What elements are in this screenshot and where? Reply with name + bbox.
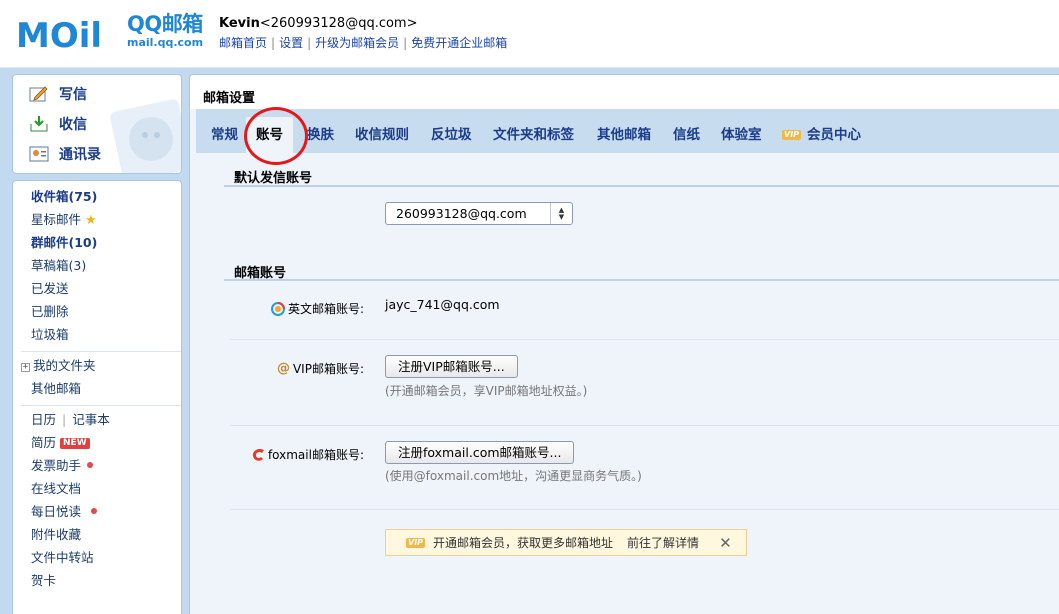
settings-tabs: 常规 账号 换肤 收信规则 反垃圾 文件夹和标签 其他邮箱 信纸 体验室 VIP… [196, 109, 1059, 153]
section-divider [224, 185, 1059, 187]
sidebar-item-group[interactable]: 群邮件(10) [31, 234, 97, 252]
row-divider [230, 509, 1059, 510]
folder-sidebar: 收件箱(75) 星标邮件 ★ 群邮件(10) 草稿箱(3) 已发送 已删除 垃圾… [12, 180, 182, 614]
compose-label: 写信 [59, 87, 87, 103]
sidebar-item-my-folders[interactable]: + 我的文件夹 [21, 357, 96, 375]
star-icon: ★ [85, 213, 97, 228]
tab-account[interactable]: 账号 [246, 117, 293, 153]
sidebar-item-drafts[interactable]: 草稿箱(3) [31, 257, 86, 275]
close-icon[interactable]: ✕ [719, 534, 732, 552]
inbox-button[interactable]: 收信 [29, 112, 87, 136]
tab-folders-labels[interactable]: 文件夹和标签 [493, 123, 574, 143]
sidebar-divider [21, 405, 181, 406]
sidebar-item-starred[interactable]: 星标邮件 ★ [31, 211, 97, 229]
foxmail-account-label: foxmail邮箱账号: [252, 446, 364, 463]
resume-label: 简历 [31, 435, 57, 450]
inbox-label: 收信 [59, 117, 87, 133]
top-header: MOil QQ邮箱 mail.qq.com Kevin<260993128@qq… [0, 0, 1059, 68]
register-vip-account-button[interactable]: 注册VIP邮箱账号... [385, 355, 518, 378]
english-account-value: jayc_741@qq.com [385, 297, 500, 312]
calendar-notes-separator: | [62, 412, 67, 427]
compose-button[interactable]: 写信 [29, 82, 87, 106]
sidebar-item-attachments[interactable]: 附件收藏 [31, 526, 81, 544]
calendar-link[interactable]: 日历 [31, 412, 56, 427]
sidebar-item-invoice[interactable]: 发票助手 [31, 457, 94, 475]
penguin-watermark-icon [110, 99, 181, 173]
tab-lab[interactable]: 体验室 [721, 123, 762, 143]
notice-more-link[interactable]: 前往了解详情 [627, 534, 699, 551]
pen-icon [29, 84, 49, 104]
english-account-label: 英文邮箱账号: [270, 300, 364, 317]
starred-label: 星标邮件 [31, 212, 82, 227]
vip-badge-icon: VIP [406, 537, 426, 548]
select-caret-icon: ▲ ▼ [550, 203, 572, 224]
link-upgrade-vip[interactable]: 升级为邮箱会员 [315, 36, 399, 50]
user-name: Kevin [219, 16, 260, 31]
settings-content: 邮箱设置 常规 账号 换肤 收信规则 反垃圾 文件夹和标签 其他邮箱 信纸 体验… [189, 74, 1059, 614]
page-title: 邮箱设置 [203, 91, 256, 106]
tab-inbox-rules[interactable]: 收信规则 [355, 123, 409, 143]
sidebar-item-sent[interactable]: 已发送 [31, 280, 69, 298]
top-links: 邮箱首页 | 设置 | 升级为邮箱会员 | 免费开通企业邮箱 [219, 36, 508, 50]
logo-text: MOil [16, 16, 102, 52]
tab-general[interactable]: 常规 [211, 123, 238, 143]
vip-notice-banner: VIP 开通邮箱会员，获取更多邮箱地址 前往了解详情 ✕ [385, 529, 747, 556]
inbox-tray-icon [29, 114, 49, 134]
default-sender-value: 260993128@qq.com [396, 206, 527, 221]
contacts-card-icon [29, 144, 49, 164]
sidebar-item-deleted[interactable]: 已删除 [31, 303, 69, 321]
logo-qq: QQ邮箱 [127, 12, 203, 36]
row-divider [230, 339, 1059, 340]
sidebar-item-other-mail[interactable]: 其他邮箱 [31, 380, 81, 398]
notice-text: 开通邮箱会员，获取更多邮箱地址 [433, 536, 614, 550]
sidebar-item-transfer[interactable]: 文件中转站 [31, 549, 94, 567]
logo-subtitle: QQ邮箱 mail.qq.com [127, 12, 203, 50]
new-badge: NEW [60, 438, 90, 449]
qq-circle-icon [270, 301, 285, 316]
default-sender-select[interactable]: 260993128@qq.com ▲ ▼ [385, 202, 573, 225]
quick-actions-panel: 写信 收信 通讯录 [12, 74, 182, 174]
sidebar-item-spam[interactable]: 垃圾箱 [31, 326, 69, 344]
sidebar-item-docs[interactable]: 在线文档 [31, 480, 81, 498]
member-center-label: 会员中心 [807, 127, 862, 143]
link-mail-home[interactable]: 邮箱首页 [219, 36, 267, 50]
notes-link[interactable]: 记事本 [72, 412, 110, 427]
sidebar-item-calendar-notes: 日历 | 记事本 [31, 411, 110, 429]
at-sign-icon: @ [276, 361, 290, 376]
sidebar-item-inbox[interactable]: 收件箱(75) [31, 188, 97, 206]
contacts-label: 通讯录 [59, 147, 101, 163]
unread-dot-icon [91, 508, 98, 514]
section-divider [224, 279, 1059, 281]
content-title-bar: 邮箱设置 [190, 75, 1059, 109]
register-foxmail-account-button[interactable]: 注册foxmail.com邮箱账号... [385, 441, 575, 464]
vip-badge-icon: VIP [782, 130, 802, 140]
row-divider [230, 425, 1059, 426]
tab-other-mail[interactable]: 其他邮箱 [597, 123, 651, 143]
foxmail-account-hint: (使用@foxmail.com地址，沟通更显商务气质。) [385, 469, 642, 483]
invoice-label: 发票助手 [31, 458, 82, 473]
my-folders-label: 我的文件夹 [33, 358, 96, 373]
foxmail-logo-icon [252, 448, 265, 462]
link-settings[interactable]: 设置 [279, 36, 303, 50]
daily-label: 每日悦读 [31, 504, 82, 519]
sidebar-divider [21, 351, 181, 352]
tab-stationery[interactable]: 信纸 [673, 123, 700, 143]
logo-url: mail.qq.com [127, 36, 204, 49]
default-sender-heading: 默认发信账号 [234, 171, 313, 186]
tab-skin[interactable]: 换肤 [307, 123, 334, 143]
tab-anti-spam[interactable]: 反垃圾 [431, 123, 472, 143]
user-email: <260993128@qq.com> [259, 16, 418, 31]
tab-member-center[interactable]: VIP 会员中心 [782, 123, 861, 143]
expand-plus-icon[interactable]: + [21, 363, 30, 372]
vip-account-hint: (开通邮箱会员，享VIP邮箱地址权益。) [385, 384, 588, 398]
contacts-button[interactable]: 通讯录 [29, 142, 101, 166]
sidebar-item-cards[interactable]: 贺卡 [31, 572, 56, 590]
vip-account-label: @ VIP邮箱账号: [276, 361, 364, 376]
link-enterprise-mail[interactable]: 免费开通企业邮箱 [411, 36, 507, 50]
sidebar-item-resume[interactable]: 简历 NEW [31, 434, 90, 452]
qq-mail-logo[interactable]: MOil [16, 16, 128, 52]
sidebar-item-daily[interactable]: 每日悦读 [31, 503, 98, 521]
user-info: Kevin<260993128@qq.com> [219, 16, 417, 31]
unread-dot-icon [87, 462, 94, 468]
